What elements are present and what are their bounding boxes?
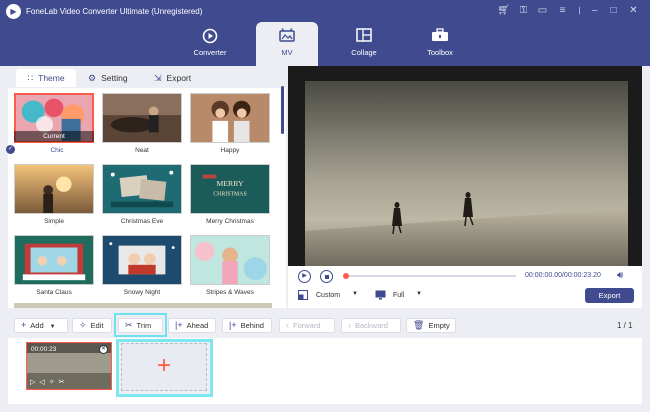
export-button[interactable]: Export [585, 288, 634, 303]
chat-icon[interactable]: ▭ [535, 4, 550, 18]
gear-icon: ⚙ [88, 73, 97, 83]
plus-icon: + [21, 320, 27, 330]
collage-icon [334, 22, 394, 44]
theme-label-merry-christmas: Merry Christmas [206, 218, 254, 225]
converter-icon [180, 22, 240, 44]
app-title: FoneLab Video Converter Ultimate (Unregi… [26, 7, 203, 16]
theme-label-simple: Simple [44, 218, 64, 225]
panel-tabs: ∷ Theme ⚙ Setting ⇲ Export [8, 66, 286, 88]
behind-button[interactable]: |+ Behind [222, 318, 272, 333]
theme-happy[interactable] [190, 93, 270, 143]
play-button[interactable]: ▶ [298, 270, 311, 283]
theme-scrollbar[interactable] [281, 86, 284, 134]
tab-setting[interactable]: ⚙ Setting [88, 69, 128, 87]
magic-wand-icon[interactable]: ✧ [49, 379, 59, 386]
nav-converter[interactable]: Converter [180, 22, 240, 66]
stop-button[interactable] [320, 270, 333, 283]
theme-label-chic: Chic [50, 147, 64, 154]
aspect-chevron-down-icon[interactable]: ▼ [352, 291, 358, 297]
menu-icon[interactable]: ≡ [555, 4, 570, 18]
selected-check-icon: ✓ [6, 145, 15, 154]
theme-label-happy: Happy [220, 147, 240, 154]
zoom-select[interactable]: Full [393, 292, 404, 299]
aspect-select[interactable]: Custom [316, 292, 340, 299]
next-row-thumbnails [14, 303, 272, 308]
theme-label-santa-claus: Santa Claus [36, 289, 72, 296]
separator: | [578, 6, 581, 15]
toolbox-icon [410, 22, 470, 44]
theme-santa-claus[interactable] [14, 235, 94, 285]
empty-button[interactable]: 🗑︎ Empty [406, 318, 456, 333]
theme-simple[interactable] [14, 164, 94, 214]
chevron-down-icon: ▼ [49, 324, 56, 330]
zoom-chevron-down-icon[interactable]: ▼ [416, 291, 422, 297]
grid-icon: ∷ [27, 73, 34, 83]
scissors-icon[interactable]: ✂ [59, 379, 69, 386]
trash-icon: 🗑︎ [413, 320, 425, 330]
theme-label-christmas-eve: Christmas Eve [120, 218, 164, 225]
volume-icon[interactable]: 🔊︎ [617, 270, 623, 281]
forward-icon: ‹ [286, 320, 289, 330]
current-badge: Current [14, 131, 94, 142]
nav-toolbox[interactable]: Toolbox [410, 22, 470, 66]
theme-neat[interactable] [102, 93, 182, 143]
progress-track[interactable] [344, 275, 516, 277]
time-readout: 00:00:00.00/00:00:23.20 [525, 272, 601, 279]
maximize-icon[interactable]: □ [606, 4, 621, 18]
theme-christmas-eve[interactable] [102, 164, 182, 214]
theme-label-stripes-waves: Stripes & Waves [206, 289, 254, 296]
forward-button[interactable]: ‹ Forward [279, 318, 335, 333]
svg-text:CHRISTMAS: CHRISTMAS [213, 192, 246, 198]
theme-label-neat: Neat [135, 147, 149, 154]
nav-collage[interactable]: Collage [334, 22, 394, 66]
play-icon[interactable]: ▷ [30, 379, 39, 386]
progress-handle[interactable] [343, 273, 349, 279]
close-icon[interactable]: ✕ [626, 4, 641, 18]
clip-actions: ▷◁✧✂ [30, 378, 69, 386]
theme-stripes-waves[interactable] [190, 235, 270, 285]
theme-label-snowy-night: Snowy Night [123, 289, 161, 296]
insert-behind-icon: |+ [229, 320, 237, 330]
key-icon[interactable]: ⚿ [516, 4, 531, 18]
aspect-icon [298, 290, 308, 302]
clip-close-icon[interactable]: ✕ [99, 345, 108, 354]
edit-button[interactable]: ✧ Edit [72, 318, 112, 333]
mv-icon [256, 22, 318, 44]
theme-snowy-night[interactable] [102, 235, 182, 285]
app-logo-icon: ▶ [6, 4, 21, 19]
tab-export[interactable]: ⇲ Export [154, 69, 191, 87]
magic-wand-icon: ✧ [79, 320, 87, 330]
backward-button[interactable]: › Backward [341, 318, 401, 333]
clip-duration: 00:00:23 [31, 346, 57, 353]
cart-icon[interactable]: 🛒︎ [496, 4, 511, 18]
add-clip-button[interactable]: + [121, 343, 207, 391]
svg-text:MERRY: MERRY [216, 179, 244, 188]
monitor-icon [375, 290, 386, 302]
add-button[interactable]: + Add ▼ [14, 318, 68, 333]
page-counter: 1 / 1 [617, 321, 633, 330]
insert-ahead-icon: |+ [175, 320, 183, 330]
minimize-icon[interactable]: – [587, 4, 602, 18]
trim-highlight [114, 313, 167, 337]
nav-mv[interactable]: MV [256, 22, 318, 66]
volume-icon[interactable]: ◁ [39, 379, 48, 386]
export-icon: ⇲ [154, 73, 162, 83]
theme-merry-christmas[interactable]: MERRY CHRISTMAS [190, 164, 270, 214]
backward-icon: › [348, 320, 351, 330]
tab-theme[interactable]: ∷ Theme [16, 69, 76, 87]
video-preview [305, 81, 628, 266]
ahead-button[interactable]: |+ Ahead [168, 318, 216, 333]
